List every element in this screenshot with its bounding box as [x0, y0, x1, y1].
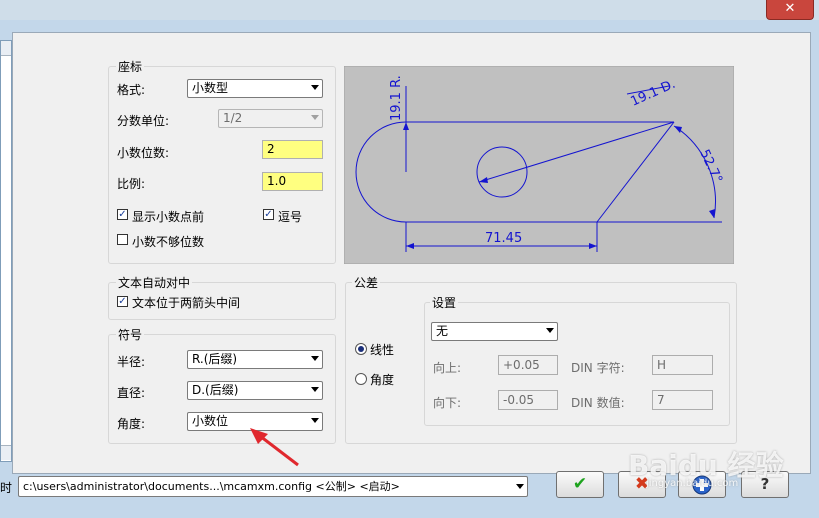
tolerance-title: 公差 [352, 274, 381, 291]
angle-value: 小数位 [192, 414, 229, 428]
lower-input[interactable]: -0.05 [498, 390, 558, 410]
din-char-input[interactable]: H [652, 355, 713, 375]
trailing-zero-label: 小数不够位数 [132, 235, 205, 249]
chevron-down-icon [311, 418, 319, 423]
preview-radius-text: 19.1 R. [389, 75, 404, 121]
radius-value: R.(后缀) [192, 352, 238, 366]
chevron-down-icon [311, 356, 319, 361]
chevron-down-icon [311, 115, 319, 120]
show-leading-checkbox[interactable]: ✓ [117, 209, 128, 220]
auto-center-checkbox[interactable]: ✓ [117, 296, 128, 307]
auto-center-title: 文本自动对中 [116, 274, 193, 291]
decimals-label: 小数位数: [117, 146, 170, 160]
format-label: 格式: [117, 83, 146, 97]
config-path: c:\users\administrator\documents...\mcam… [23, 480, 400, 493]
check-icon: ✔ [572, 474, 588, 494]
comma-checkbox[interactable]: ✓ [263, 209, 274, 220]
din-char-label: DIN 字符: [571, 361, 625, 375]
chevron-down-icon [546, 328, 554, 333]
angular-radio[interactable] [355, 373, 367, 385]
upper-label: 向上: [433, 361, 462, 375]
title-bar [0, 0, 819, 22]
config-label: 时 [0, 481, 13, 495]
fraction-label: 分数单位: [117, 114, 170, 128]
settings-title: 设置 [430, 294, 459, 311]
close-icon: ✕ [784, 1, 796, 16]
radius-dropdown[interactable]: R.(后缀) [187, 350, 323, 369]
trailing-zero-checkbox[interactable] [117, 234, 128, 245]
preview-linear-text: 71.45 [485, 231, 522, 246]
settings-dropdown[interactable]: 无 [431, 322, 558, 341]
format-value: 小数型 [192, 81, 229, 95]
diameter-dropdown[interactable]: D.(后缀) [187, 381, 323, 400]
angular-label: 角度 [370, 373, 395, 387]
format-dropdown[interactable]: 小数型 [187, 79, 323, 98]
din-value-input[interactable]: 7 [652, 390, 713, 410]
scale-input[interactable]: 1.0 [262, 172, 323, 191]
radius-label: 半径: [117, 355, 146, 369]
chevron-down-icon [311, 85, 319, 90]
comma-label: 逗号 [278, 210, 303, 224]
linear-radio[interactable] [355, 343, 367, 355]
din-value-label: DIN 数值: [571, 396, 625, 410]
fraction-value: 1/2 [223, 111, 243, 125]
upper-input[interactable]: +0.05 [498, 355, 558, 375]
left-scroll-panel[interactable] [0, 40, 12, 462]
lower-label: 向下: [433, 396, 462, 410]
auto-center-label: 文本位于两箭头中间 [132, 296, 241, 310]
scroll-up-button[interactable] [1, 41, 11, 56]
chevron-down-icon [311, 387, 319, 392]
config-dropdown[interactable]: c:\users\administrator\documents...\mcam… [18, 476, 528, 497]
angle-label: 角度: [117, 417, 146, 431]
scroll-down-button[interactable] [1, 445, 11, 460]
coords-group-title: 座标 [116, 58, 145, 75]
show-leading-label: 显示小数点前 [132, 210, 205, 224]
scale-label: 比例: [117, 177, 146, 191]
diameter-value: D.(后缀) [192, 383, 239, 397]
ok-button[interactable]: ✔ [556, 471, 604, 498]
chevron-down-icon [516, 484, 524, 489]
close-button[interactable]: ✕ [766, 0, 814, 20]
annotation-arrow-icon [250, 428, 299, 467]
watermark-sub: jingyan.baidu.com [646, 478, 739, 489]
fraction-dropdown[interactable]: 1/2 [218, 109, 323, 128]
dimension-preview: 71.45 19.1 R. 19.1 D. 52.7° [344, 66, 734, 264]
decimals-input[interactable]: 2 [262, 140, 323, 159]
diameter-label: 直径: [117, 386, 146, 400]
linear-label: 线性 [370, 343, 395, 357]
settings-value: 无 [436, 324, 449, 338]
symbols-title: 符号 [116, 326, 145, 343]
